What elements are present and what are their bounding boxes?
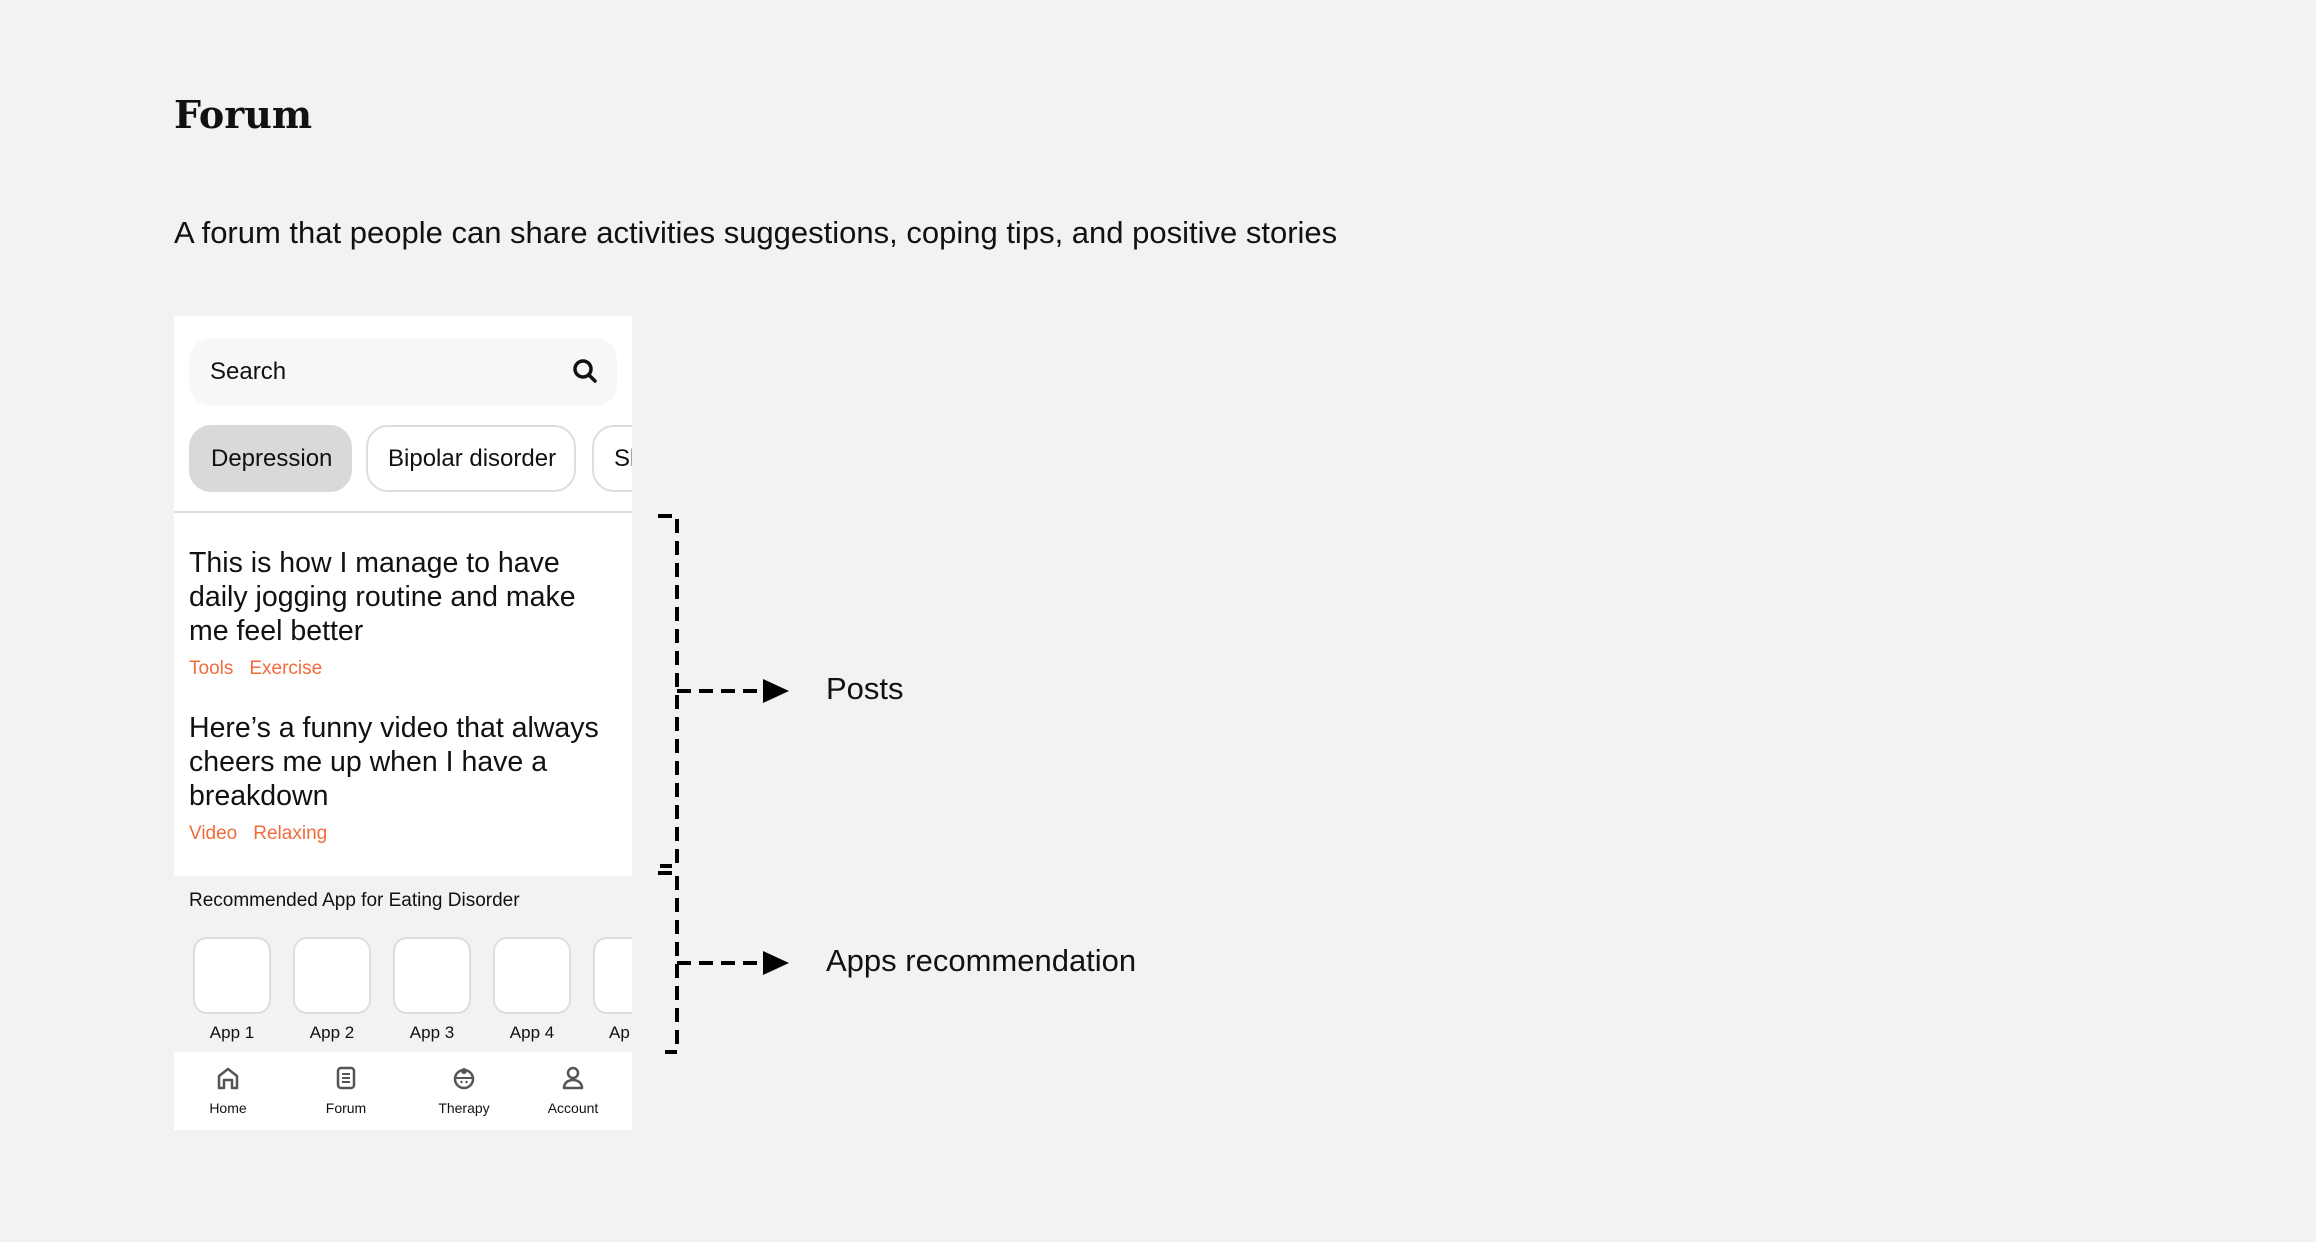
apps-annotation: Apps recommendation xyxy=(826,943,1137,978)
apps-bracket xyxy=(658,871,679,1054)
posts-arrowhead-icon xyxy=(763,679,789,703)
annotation-brackets xyxy=(658,514,789,1054)
posts-annotation: Posts xyxy=(826,671,904,706)
posts-bracket xyxy=(658,514,679,868)
apps-arrowhead-icon xyxy=(763,951,789,975)
